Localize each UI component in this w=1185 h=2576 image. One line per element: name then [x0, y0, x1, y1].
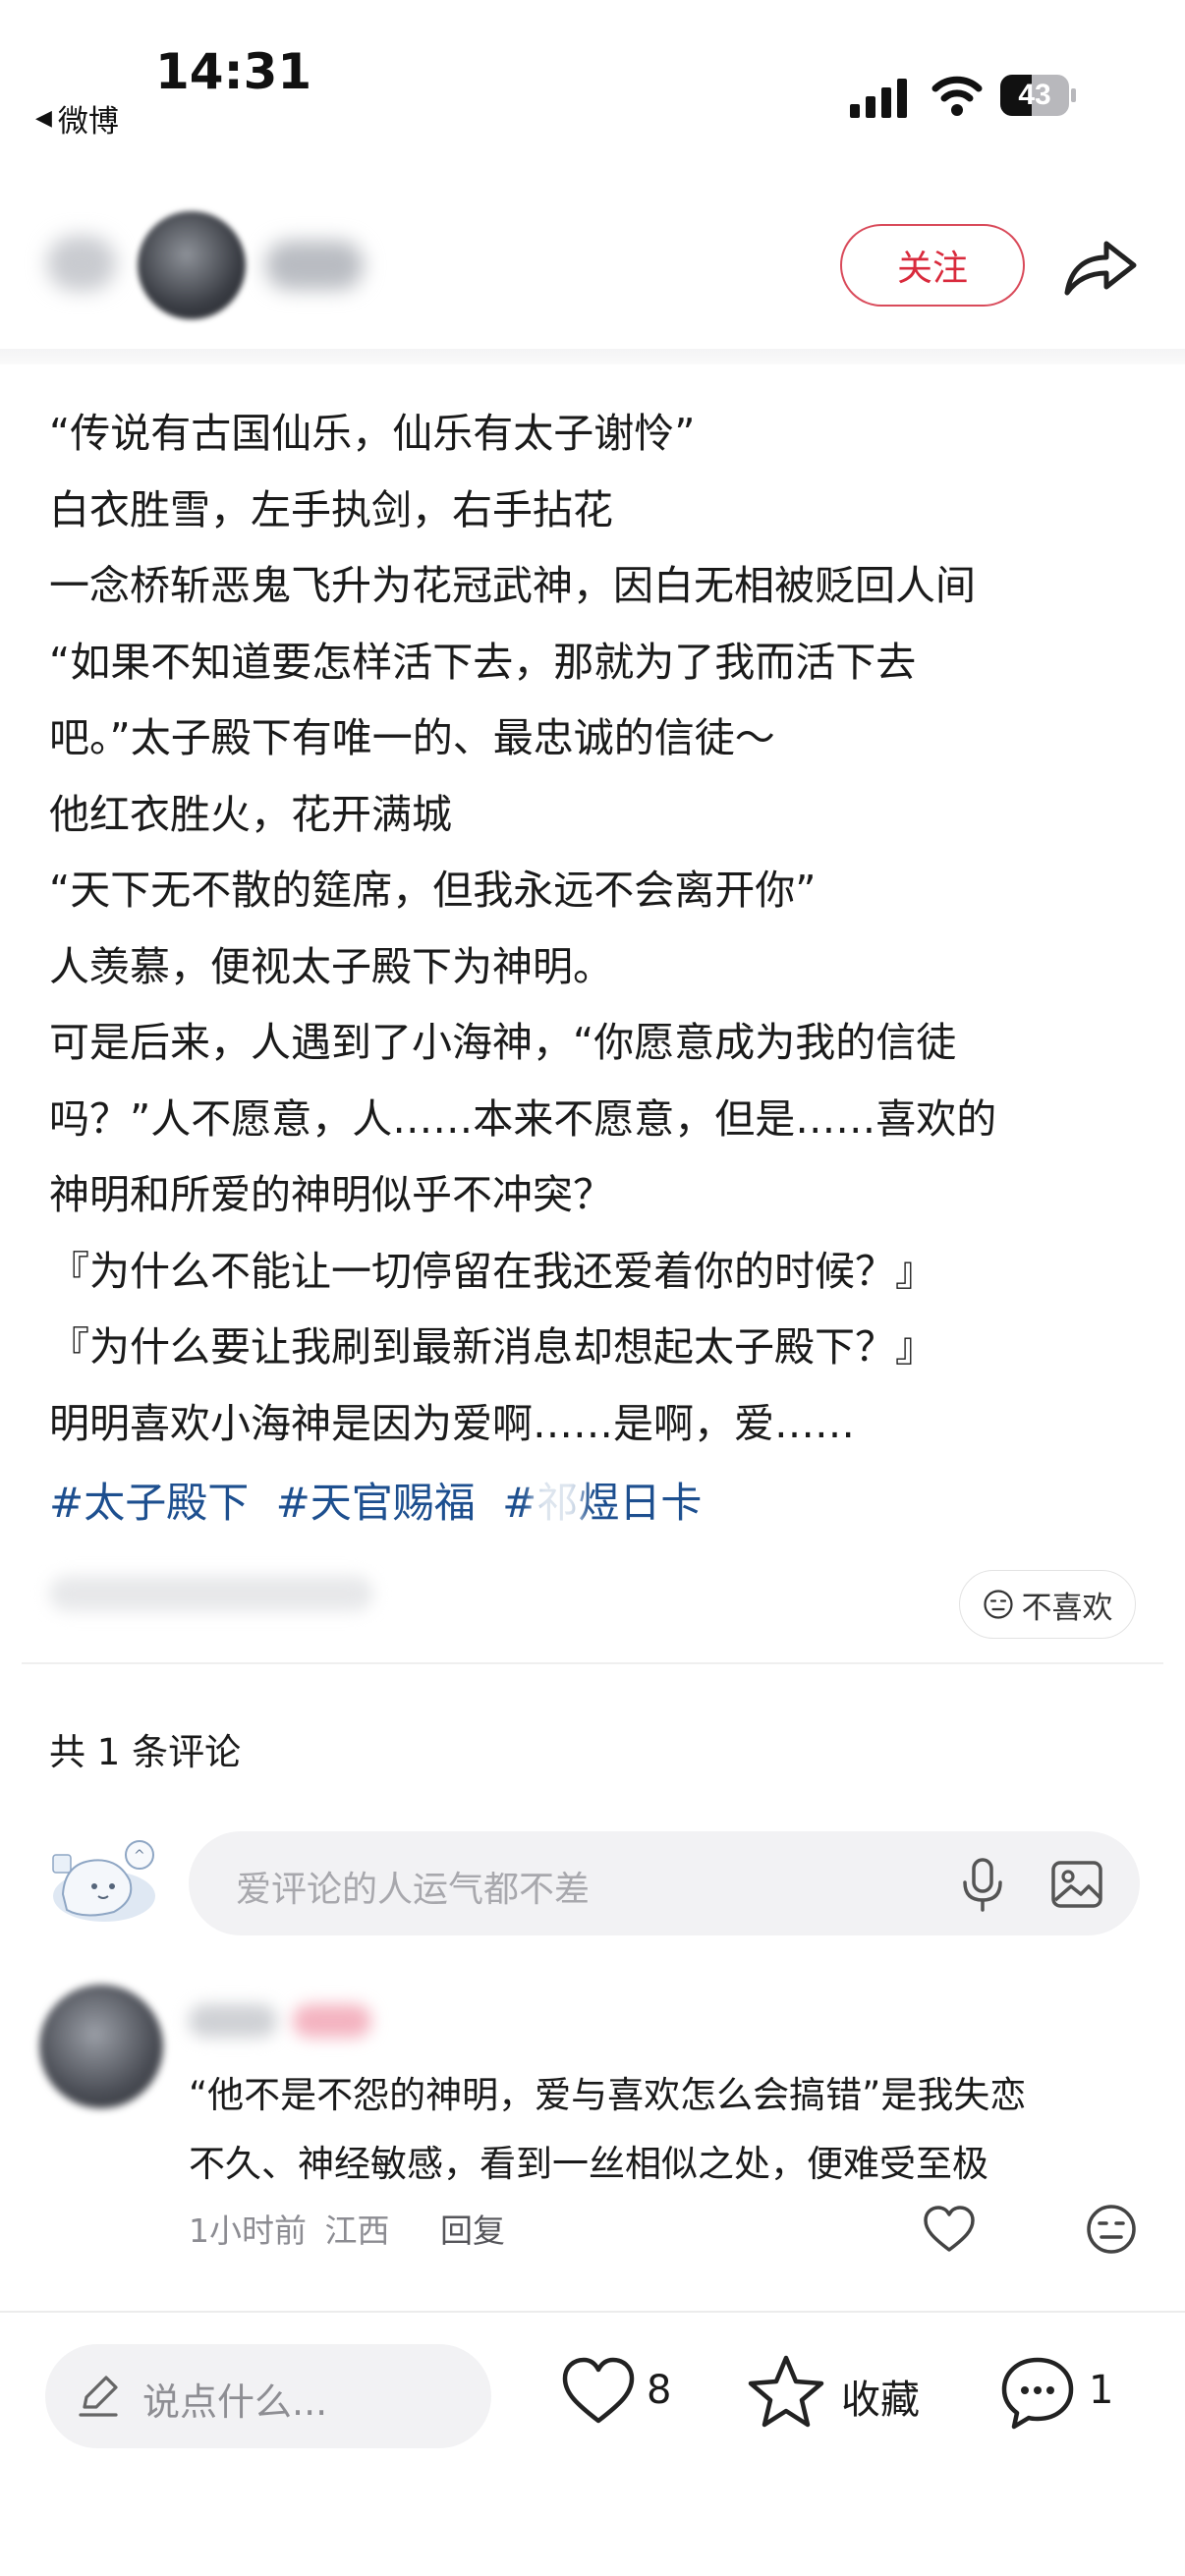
microphone-icon[interactable]: [957, 1857, 1008, 1912]
post-line: 一念桥斩恶鬼飞升为花冠武神，因白无相被贬回人间: [49, 562, 976, 609]
battery-level: 43: [1018, 79, 1051, 111]
header-divider: [0, 349, 1185, 364]
bottom-bar-divider: [0, 2311, 1185, 2313]
my-avatar: ^: [52, 1840, 155, 1922]
status-time: 14:31: [155, 43, 312, 100]
post-line: 『为什么要让我刷到最新消息却想起太子殿下？』: [49, 1323, 935, 1371]
comment-input-placeholder[interactable]: 爱评论的人运气都不差: [236, 1861, 590, 1912]
back-to-app-button[interactable]: ◀ 微博: [35, 96, 119, 140]
star-icon[interactable]: [747, 2354, 825, 2429]
reply-button[interactable]: 回复: [440, 2205, 505, 2252]
dislike-label: 不喜欢: [1021, 1590, 1113, 1626]
post-line: 吧。”太子殿下有唯一的、最忠诚的信徒～: [49, 714, 775, 761]
post-line: 白衣胜雪，左手执剑，右手拈花: [49, 485, 613, 533]
section-divider: [22, 1662, 1163, 1664]
comment-count-bottom[interactable]: 1: [1089, 2368, 1113, 2413]
share-icon[interactable]: [1061, 232, 1140, 301]
post-line: 明明喜欢小海神是因为爱啊……是啊，爱……: [49, 1399, 855, 1447]
post-line: 人羡慕，便视太子殿下为神明。: [49, 942, 613, 990]
post-line: 他红衣胜火，花开满城: [49, 790, 452, 838]
battery-indicator: 43: [1000, 75, 1077, 116]
heart-icon[interactable]: [922, 2205, 977, 2254]
like-heart-icon[interactable]: [560, 2356, 637, 2427]
back-app-label: 微博: [57, 104, 119, 140]
comment-count-heading: 共 1 条评论: [49, 1731, 242, 1773]
meh-face-icon: [983, 1590, 1013, 1619]
svg-text:^: ^: [134, 1848, 145, 1864]
commenter-badge-blurred: [293, 2004, 371, 2038]
cellular-signal-icon: [850, 79, 907, 118]
commenter-avatar[interactable]: [39, 1985, 163, 2108]
comment-time: 1小时前: [189, 2212, 307, 2250]
tag-blur-overlay: [533, 1450, 582, 1539]
post-line: “传说有古国仙乐，仙乐有太子谢怜”: [49, 410, 696, 457]
post-tags: #太子殿下 #天官赐福 #祁煜日卡: [49, 1470, 715, 1530]
meh-face-icon[interactable]: [1085, 2203, 1138, 2256]
comment-line: “他不是不怨的神明，爱与喜欢怎么会搞错”是我失恋: [189, 2074, 1027, 2116]
post-meta-blurred: [49, 1576, 373, 1611]
dislike-button[interactable]: 不喜欢: [959, 1570, 1136, 1639]
commenter-name-blurred[interactable]: [189, 2004, 277, 2038]
like-count[interactable]: 8: [647, 2368, 671, 2413]
hashtag-link[interactable]: #太子殿下: [49, 1479, 249, 1527]
comment-bubble-icon[interactable]: [998, 2354, 1077, 2431]
post-line: 吗？”人不愿意，人……本来不愿意，但是……喜欢的: [49, 1094, 997, 1143]
follow-button[interactable]: 关注: [840, 224, 1025, 307]
author-name-blurred[interactable]: [265, 241, 364, 290]
wifi-icon: [931, 76, 983, 116]
post-line: 可是后来，人遇到了小海神，“你愿意成为我的信徒: [49, 1019, 957, 1066]
back-button[interactable]: [47, 236, 116, 291]
favorite-button-label[interactable]: 收藏: [841, 2368, 920, 2425]
back-triangle-icon: ◀: [35, 106, 52, 131]
author-avatar[interactable]: [138, 211, 246, 319]
post-line: “如果不知道要怎样活下去，那就为了我而活下去: [49, 638, 917, 686]
comment-text: “他不是不怨的神明，爱与喜欢怎么会搞错”是我失恋 不久、神经敏感，看到一丝相似之…: [189, 2061, 1152, 2199]
post-line: 『为什么不能让一切停留在我还爱着你的时候？』: [49, 1247, 935, 1295]
post-line: 神明和所爱的神明似乎不冲突？: [49, 1171, 613, 1218]
pencil-icon: [79, 2376, 118, 2417]
comment-line: 不久、神经敏感，看到一丝相似之处，便难受至极: [189, 2143, 988, 2185]
comment-meta: 1小时前 江西: [189, 2205, 390, 2252]
post-line: “天下无不散的筵席，但我永远不会离开你”: [49, 867, 817, 914]
image-icon[interactable]: [1049, 1857, 1104, 1912]
post-body: “传说有古国仙乐，仙乐有太子谢怜” 白衣胜雪，左手执剑，右手拈花 一念桥斩恶鬼飞…: [49, 396, 1150, 1462]
comment-location: 江西: [324, 2212, 390, 2250]
say-something-placeholder[interactable]: 说点什么...: [142, 2372, 327, 2426]
hashtag-link[interactable]: #天官赐福: [276, 1479, 476, 1527]
